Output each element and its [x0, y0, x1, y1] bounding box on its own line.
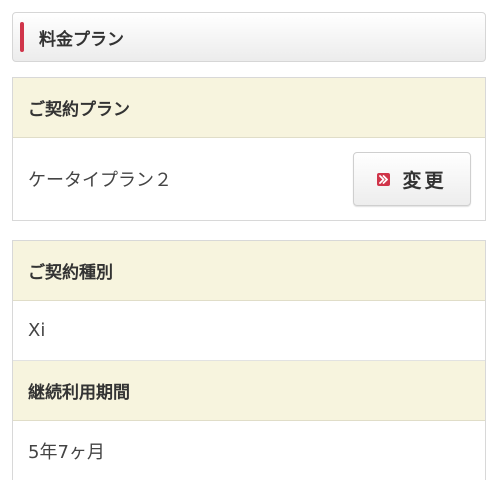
contract-type-heading: ご契約種別 — [13, 241, 485, 301]
contract-info-card: ご契約種別 Xi 継続利用期間 5年7ヶ月 — [12, 240, 486, 480]
continuous-use-value: 5年7ヶ月 — [28, 442, 105, 463]
change-plan-button[interactable]: 変更 — [353, 152, 471, 206]
arrow-right-icon — [377, 172, 391, 186]
page-title-bar: 料金プラン — [12, 12, 486, 62]
contract-plan-card: ご契約プラン ケータイプラン２ 変更 — [12, 77, 486, 221]
contract-plan-value: ケータイプラン２ — [28, 170, 172, 191]
title-accent-bar — [20, 22, 24, 52]
contract-type-value: Xi — [13, 301, 485, 361]
change-button-label: 変更 — [402, 169, 447, 192]
continuous-use-heading: 継続利用期間 — [13, 361, 485, 421]
plan-info-page: 料金プラン ご契約プラン ケータイプラン２ 変更 ご契約種別 Xi 継続利用期間… — [0, 0, 500, 480]
contract-plan-row: ケータイプラン２ 変更 — [13, 138, 485, 220]
contract-plan-heading: ご契約プラン — [13, 78, 485, 138]
page-title: 料金プラン — [39, 29, 124, 50]
